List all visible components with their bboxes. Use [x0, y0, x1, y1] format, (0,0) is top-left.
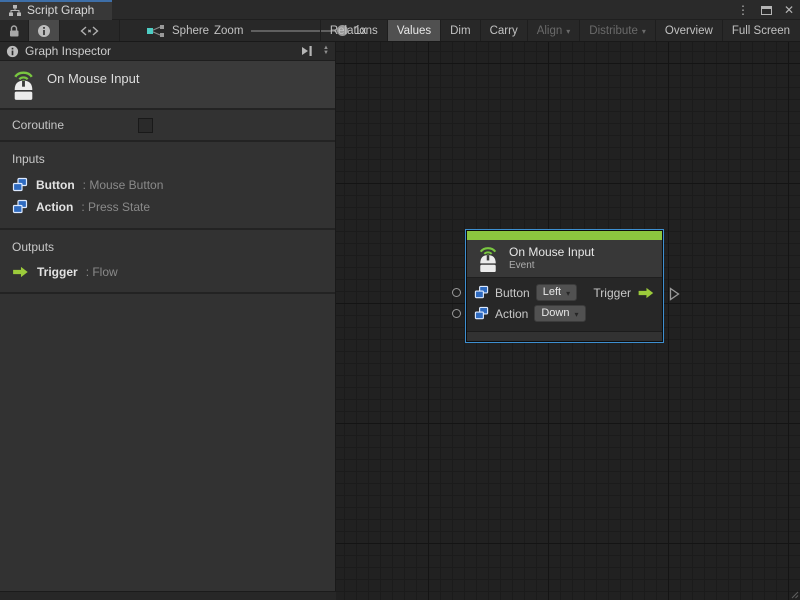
node-button-row: Button Left ▾ Trigger [467, 282, 662, 303]
spinner-down-icon[interactable]: ▼ [323, 51, 329, 56]
mouse-input-icon [476, 244, 500, 273]
window-controls: ⋮ ✕ [737, 0, 794, 20]
code-icon [80, 26, 99, 36]
output-type: : Flow [86, 265, 118, 279]
outputs-section: Outputs Trigger : Flow [0, 230, 335, 294]
output-name: Trigger [37, 265, 78, 279]
node-button-label: Button [495, 286, 530, 300]
lock-icon [8, 24, 20, 38]
panel-bottom-strip [0, 591, 336, 600]
graph-inspector-panel: Graph Inspector ▲ ▼ On Mouse Input Corou… [0, 42, 336, 591]
value-port-icon [474, 285, 489, 300]
mouse-input-icon [10, 68, 37, 101]
values-button[interactable]: Values [387, 20, 440, 41]
node-action-label: Action [495, 307, 528, 321]
relations-label: Relations [330, 25, 378, 37]
action-input-port[interactable] [452, 309, 461, 318]
tab-label: Script Graph [27, 3, 94, 17]
toolbar-left-group: Sphere [0, 20, 217, 41]
node-header[interactable]: On Mouse Input Event [467, 240, 662, 278]
coroutine-label: Coroutine [12, 118, 64, 132]
dim-button[interactable]: Dim [440, 20, 479, 41]
maximize-icon[interactable] [761, 6, 772, 15]
info-icon [37, 24, 51, 38]
inputs-section: Inputs Button : Mouse Button Action : Pr… [0, 142, 335, 230]
tab-script-graph[interactable]: Script Graph [0, 0, 112, 20]
chevron-down-icon: ▾ [642, 27, 646, 36]
coroutine-checkbox[interactable] [138, 118, 153, 133]
inputs-heading: Inputs [0, 148, 335, 174]
outputs-heading: Outputs [0, 236, 335, 262]
action-value-dropdown[interactable]: Down ▾ [534, 305, 585, 322]
overview-label: Overview [665, 25, 713, 37]
carry-button[interactable]: Carry [480, 20, 527, 41]
graph-inspector-title: Graph Inspector [25, 44, 111, 58]
relations-button[interactable]: Relations [320, 20, 387, 41]
flow-arrow-icon [12, 266, 29, 278]
fullscreen-label: Full Screen [732, 25, 790, 37]
node-footer [467, 331, 662, 341]
node-title: On Mouse Input [509, 246, 594, 259]
overview-button[interactable]: Overview [655, 20, 722, 41]
graph-owner-button[interactable]: Sphere [138, 20, 217, 41]
button-value: Left [543, 286, 561, 298]
align-button: Align ▾ [527, 20, 580, 41]
node-subtitle: Event [509, 259, 594, 272]
chevron-down-icon: ▾ [566, 27, 570, 36]
graph-owner-label: Sphere [172, 25, 209, 37]
input-type: : Press State [81, 200, 150, 214]
node-titles: On Mouse Input Event [509, 246, 594, 272]
input-row-action: Action : Press State [0, 196, 335, 218]
node-action-row: Action Down ▾ [467, 303, 662, 324]
input-name: Action [36, 200, 73, 214]
toolbar-right-group: Relations Values Dim Carry Align ▾ Distr… [320, 20, 799, 41]
code-view-button[interactable] [60, 20, 120, 41]
dim-label: Dim [450, 25, 470, 37]
inspector-toggle-button[interactable] [28, 20, 60, 41]
carry-label: Carry [490, 25, 518, 37]
coroutine-row: Coroutine [0, 110, 335, 142]
values-label: Values [397, 25, 431, 37]
info-icon [6, 45, 19, 58]
input-type: : Mouse Button [83, 178, 164, 192]
fullscreen-button[interactable]: Full Screen [722, 20, 799, 41]
trigger-output-port[interactable] [669, 287, 680, 301]
value-port-icon [12, 199, 28, 215]
panel-scroll-spinner[interactable]: ▲ ▼ [323, 46, 329, 56]
node-body: Button Left ▾ Trigger Action Down ▾ [467, 278, 662, 331]
inspector-unit-header: On Mouse Input [0, 61, 335, 110]
graph-asset-icon [146, 24, 166, 38]
dock-panel-icon[interactable] [301, 45, 313, 57]
flow-arrow-icon [637, 287, 655, 299]
graph-toolbar: Sphere Zoom 1x Relations Values Dim Carr… [0, 20, 800, 42]
input-row-button: Button : Mouse Button [0, 174, 335, 196]
input-name: Button [36, 178, 75, 192]
close-icon[interactable]: ✕ [784, 4, 794, 16]
output-row-trigger: Trigger : Flow [0, 262, 335, 282]
button-input-port[interactable] [452, 288, 461, 297]
action-value: Down [541, 307, 569, 319]
script-graph-icon [8, 4, 22, 17]
inspector-unit-title: On Mouse Input [47, 71, 140, 86]
zoom-label: Zoom [214, 25, 243, 37]
on-mouse-input-node[interactable]: On Mouse Input Event Button Left ▾ Trigg… [466, 230, 663, 342]
chevron-down-icon: ▾ [574, 310, 578, 319]
distribute-button: Distribute ▾ [579, 20, 655, 41]
graph-inspector-header: Graph Inspector ▲ ▼ [0, 42, 335, 61]
title-bar: Script Graph ⋮ ✕ [0, 0, 800, 20]
node-event-accent-bar [467, 231, 662, 240]
node-trigger-label: Trigger [593, 286, 631, 300]
chevron-down-icon: ▾ [566, 289, 570, 298]
lock-button[interactable] [0, 20, 28, 41]
distribute-label: Distribute [589, 25, 638, 37]
window-menu-icon[interactable]: ⋮ [737, 4, 749, 16]
resize-grip[interactable] [789, 589, 799, 599]
value-port-icon [12, 177, 28, 193]
button-value-dropdown[interactable]: Left ▾ [536, 284, 577, 301]
value-port-icon [474, 306, 489, 321]
align-label: Align [537, 25, 563, 37]
